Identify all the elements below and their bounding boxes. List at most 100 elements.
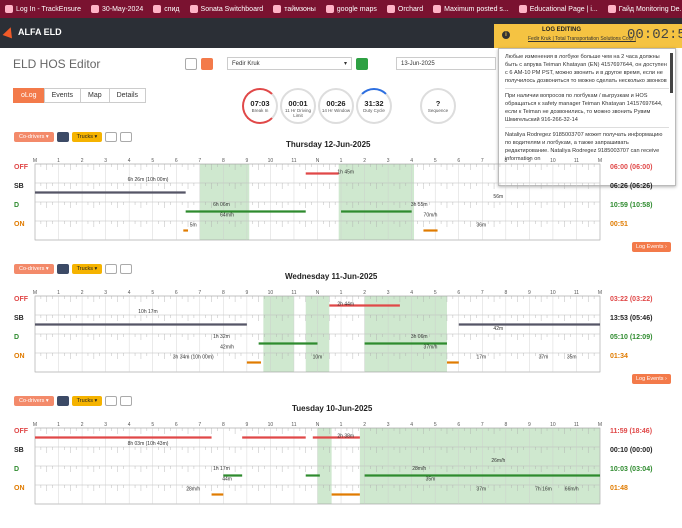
hour-label: 3 bbox=[387, 422, 390, 428]
driver-select-value: Fedir Kruk bbox=[232, 60, 260, 67]
segment-label: 35m bbox=[426, 476, 436, 482]
bookmark-item[interactable]: спид bbox=[148, 0, 184, 18]
hour-label: 10 bbox=[268, 158, 274, 164]
hour-label: 4 bbox=[128, 422, 131, 428]
hour-label: 11 bbox=[574, 422, 579, 428]
hour-label: 10 bbox=[550, 158, 556, 164]
truck-icon[interactable] bbox=[56, 264, 69, 274]
co-drivers-button[interactable]: Co-drivers ▾ bbox=[14, 132, 54, 142]
log-editing-panel: i LOG EDITING Fedir Kruk | Total Transpo… bbox=[494, 24, 682, 48]
bookmark-item[interactable]: Гайд Monitoring De... bbox=[603, 0, 682, 18]
bookmark-item[interactable]: таймзоны bbox=[268, 0, 321, 18]
bookmark-label: google maps bbox=[336, 5, 377, 13]
tab-map[interactable]: Map bbox=[79, 88, 110, 103]
gauge-window: 00:26 14 Hr Window bbox=[318, 88, 354, 124]
tab-events[interactable]: Events bbox=[43, 88, 81, 103]
segment-label: 37m bbox=[476, 487, 486, 493]
trucks-button[interactable]: Trucks ▾ bbox=[71, 132, 103, 142]
hour-label: 11 bbox=[574, 158, 579, 164]
bookmark-item[interactable]: Orchard bbox=[382, 0, 428, 18]
download-icon[interactable] bbox=[201, 58, 213, 70]
tab-details[interactable]: Details bbox=[108, 88, 147, 103]
co-drivers-button[interactable]: Co-drivers ▾ bbox=[14, 264, 54, 274]
chevron-down-icon: ▾ bbox=[343, 61, 347, 67]
tab-olog[interactable]: oLog bbox=[13, 88, 45, 103]
refresh-icon[interactable] bbox=[120, 132, 133, 142]
trailer-icon[interactable] bbox=[105, 264, 118, 274]
hour-label: 4 bbox=[128, 290, 131, 296]
duty-status-graph[interactable]: M 1 2 3 4 5 6 7 8 9 10 11 N 1 2 3 4 5 6 7 8 9 10 11 M 6h 26m (10h… bbox=[0, 154, 682, 264]
date-value: 13-Jun-2025 bbox=[401, 60, 435, 67]
co-drivers-button[interactable]: Co-drivers ▾ bbox=[14, 396, 54, 406]
segment-label: 2h 44m bbox=[337, 302, 354, 308]
segment-label: 17m bbox=[476, 355, 486, 361]
refresh-icon[interactable] bbox=[120, 264, 133, 274]
gauge-break: 07:03 Break In bbox=[242, 88, 278, 124]
truck-icon[interactable] bbox=[56, 396, 69, 406]
segment-label: 28m/h bbox=[186, 487, 200, 493]
info-icon[interactable]: i bbox=[502, 31, 510, 39]
driver-select[interactable]: Fedir Kruk ▾ bbox=[227, 57, 352, 70]
duty-status-graph[interactable]: M 1 2 3 4 5 6 7 8 9 10 11 N 1 2 3 4 5 6 7 8 9 10 11 M 10h 17m 2h 4… bbox=[0, 286, 682, 396]
bookmark-icon bbox=[5, 5, 13, 13]
hour-label: 3 bbox=[387, 158, 390, 164]
hour-label: 1 bbox=[340, 290, 343, 296]
day-title: Wednesday 11-Jun-2025 bbox=[285, 272, 378, 281]
bookmark-label: Educational Page | i... bbox=[529, 5, 598, 13]
hour-label: 5 bbox=[434, 158, 437, 164]
bookmark-icon bbox=[433, 5, 442, 13]
hour-label: 9 bbox=[245, 158, 248, 164]
bookmark-icon bbox=[386, 5, 395, 13]
user-icon[interactable] bbox=[356, 58, 368, 70]
trucks-button[interactable]: Trucks ▾ bbox=[71, 396, 103, 406]
app-name: ALFA ELD bbox=[18, 27, 62, 37]
refresh-icon[interactable] bbox=[120, 396, 133, 406]
bookmark-item[interactable]: 30-May-2024 bbox=[86, 0, 148, 18]
hour-label: 7 bbox=[481, 158, 484, 164]
day-controls: Co-drivers ▾ Trucks ▾ bbox=[14, 396, 133, 406]
bookmark-item[interactable]: Maximum posted s... bbox=[428, 0, 514, 18]
segment-label: 66m/h bbox=[565, 487, 579, 493]
bookmark-icon bbox=[90, 5, 99, 13]
segment-label: 3h 34m (10h 00m) bbox=[173, 355, 214, 361]
bookmark-icon bbox=[325, 5, 334, 13]
log-editing-subtitle[interactable]: Fedir Kruk | Total Transportation Soluti… bbox=[528, 36, 636, 42]
gauge-driving: 00:01 11 Hr Driving Limit bbox=[280, 88, 316, 124]
bookmark-item[interactable]: Sonata Switchboard bbox=[185, 0, 269, 18]
hour-label: 4 bbox=[410, 158, 413, 164]
page-title: ELD HOS Editor bbox=[13, 57, 101, 71]
date-input[interactable]: 13-Jun-2025 bbox=[396, 57, 496, 70]
logo-icon bbox=[2, 25, 16, 39]
bookmark-item[interactable]: google maps bbox=[321, 0, 382, 18]
trailer-icon[interactable] bbox=[105, 132, 118, 142]
segment-label: 26m/h bbox=[491, 458, 505, 464]
hour-label: 9 bbox=[245, 422, 248, 428]
hour-label: 11 bbox=[291, 158, 296, 164]
hour-label: 3 bbox=[104, 158, 107, 164]
truck-icon[interactable] bbox=[56, 132, 69, 142]
segment-label: 8h 03m (10h 43m) bbox=[128, 441, 169, 447]
log-editing-timer: 00:02:58 bbox=[627, 27, 682, 43]
hour-label: 3 bbox=[387, 290, 390, 296]
segment-label: 7h 16m bbox=[535, 487, 552, 493]
bookmark-item[interactable]: Log In - TrackEnsure bbox=[0, 0, 86, 18]
bookmark-item[interactable]: Educational Page | i... bbox=[514, 0, 603, 18]
segment-label: 1h 17m bbox=[213, 466, 230, 472]
hour-label: M bbox=[598, 422, 602, 428]
trailer-icon[interactable] bbox=[105, 396, 118, 406]
app-logo[interactable]: ALFA ELD bbox=[2, 25, 62, 39]
hour-label: 9 bbox=[528, 422, 531, 428]
segment-label: 37m/h bbox=[424, 344, 438, 350]
hour-label: 2 bbox=[81, 290, 84, 296]
document-icon[interactable] bbox=[185, 58, 197, 70]
hour-label: 11 bbox=[291, 290, 296, 296]
bookmark-label: Log In - TrackEnsure bbox=[16, 5, 81, 13]
bookmark-icon bbox=[153, 5, 162, 13]
hour-label: 4 bbox=[128, 158, 131, 164]
hour-label: 5 bbox=[151, 158, 154, 164]
hour-label: 6 bbox=[175, 290, 178, 296]
bookmark-icon bbox=[189, 5, 198, 13]
popup-scrollbar[interactable] bbox=[670, 53, 673, 93]
trucks-button[interactable]: Trucks ▾ bbox=[71, 264, 103, 274]
hour-label: 1 bbox=[57, 158, 60, 164]
